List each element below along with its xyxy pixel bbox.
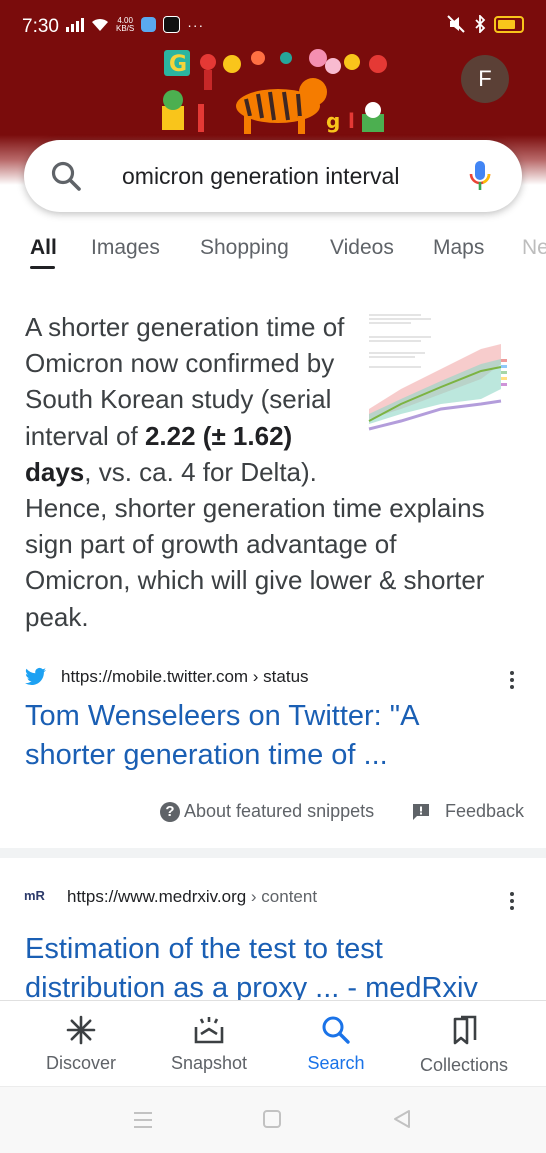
- google-doodle[interactable]: G g l: [158, 44, 398, 139]
- doodle-letter-l: l: [348, 109, 355, 133]
- snippet-chart-thumbnail: [361, 309, 511, 459]
- home-icon[interactable]: [262, 1109, 282, 1129]
- feedback-icon: [413, 803, 429, 820]
- net-speed: 4.00 KB/S: [116, 15, 135, 33]
- search-input[interactable]: omicron generation interval: [122, 163, 442, 190]
- battery-icon: [494, 15, 524, 33]
- tab-all[interactable]: All: [30, 236, 57, 260]
- asterisk-icon: [66, 1015, 96, 1045]
- snippet-more-options-icon[interactable]: [510, 671, 516, 692]
- tab-videos[interactable]: Videos: [330, 236, 394, 260]
- snippet-result-title[interactable]: Tom Wenseleers on Twitter: "A shorter ge…: [25, 697, 515, 775]
- tab-news[interactable]: Ne: [522, 236, 546, 260]
- tiktok-icon: [163, 16, 181, 33]
- snippet-source[interactable]: https://mobile.twitter.com › status: [25, 664, 525, 692]
- nav-collections[interactable]: Collections: [404, 1015, 524, 1076]
- more-notifications-icon: ···: [187, 16, 205, 33]
- signal-icon: [66, 17, 84, 32]
- microphone-icon[interactable]: [468, 159, 492, 193]
- search-box[interactable]: omicron generation interval: [24, 140, 522, 212]
- nav-snapshot[interactable]: Snapshot: [149, 1015, 269, 1074]
- result-2-more-options-icon[interactable]: [510, 892, 516, 913]
- twitter-icon: [25, 667, 47, 685]
- snippet-source-url[interactable]: https://mobile.twitter.com › status: [61, 667, 309, 687]
- wifi-icon: [92, 18, 108, 31]
- search-icon: [322, 1016, 350, 1044]
- about-featured-snippets-link[interactable]: ? About featured snippets: [160, 801, 374, 822]
- back-icon[interactable]: [392, 1109, 412, 1129]
- bluetooth-icon: [475, 15, 486, 33]
- result-2-url[interactable]: https://www.medrxiv.org › content: [67, 887, 317, 907]
- app-notification-icon: [141, 17, 157, 32]
- status-time: 7:30: [22, 16, 59, 37]
- account-avatar[interactable]: F: [461, 55, 509, 103]
- nav-search[interactable]: Search: [276, 1015, 396, 1074]
- result-2-title[interactable]: Estimation of the test to test distribut…: [25, 930, 515, 1008]
- tab-images[interactable]: Images: [91, 236, 160, 260]
- bottom-navigation: Discover Snapshot Search Collections: [0, 1000, 546, 1087]
- status-right-icons: [446, 15, 524, 33]
- snippet-footer: ? About featured snippets Feedback: [0, 798, 546, 826]
- tab-shopping[interactable]: Shopping: [200, 236, 289, 260]
- status-icons: 4.00 KB/S ···: [64, 16, 204, 33]
- featured-snippet-text: A shorter generation time of Omicron now…: [25, 309, 511, 635]
- result-divider: [0, 848, 546, 858]
- system-navigation-bar: [0, 1086, 546, 1153]
- snapshot-icon: [194, 1017, 224, 1044]
- recent-apps-icon[interactable]: [132, 1111, 154, 1129]
- search-icon[interactable]: [50, 160, 82, 192]
- collections-icon: [453, 1015, 477, 1045]
- nav-discover[interactable]: Discover: [21, 1015, 141, 1074]
- doodle-letter-g2: g: [326, 109, 340, 133]
- search-tabs: All Images Shopping Videos Maps Ne: [0, 230, 546, 274]
- feedback-link[interactable]: Feedback: [411, 801, 524, 822]
- mute-icon: [447, 15, 465, 33]
- tab-maps[interactable]: Maps: [433, 236, 484, 260]
- help-icon: ?: [160, 801, 180, 822]
- active-tab-indicator: [30, 266, 55, 269]
- snippet-image[interactable]: [361, 309, 511, 459]
- snippet-text-part-2: , vs. ca. 4 for Delta). Hence, shorter g…: [25, 456, 485, 632]
- result-2-source[interactable]: https://www.medrxiv.org › content: [25, 884, 525, 912]
- doodle-letter-g: G: [169, 52, 187, 77]
